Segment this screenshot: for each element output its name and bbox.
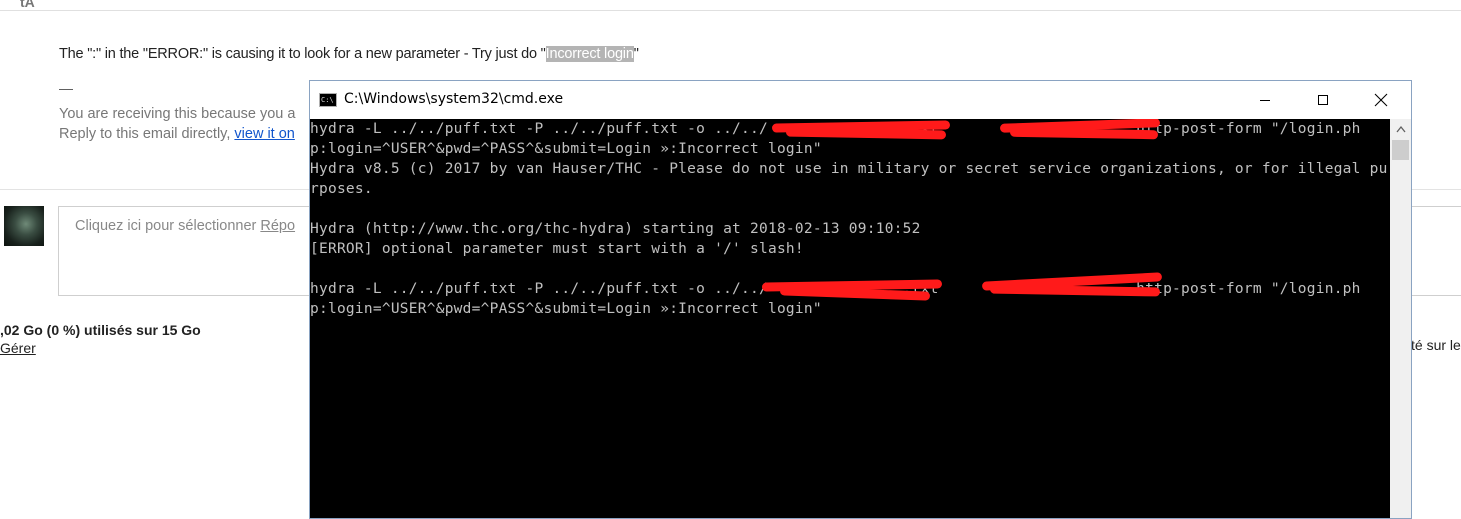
minimize-icon [1260, 100, 1270, 101]
minimize-button[interactable] [1236, 81, 1294, 119]
vertical-scrollbar[interactable] [1390, 119, 1411, 518]
email-body-text: The ":" in the "ERROR:" is causing it to… [59, 46, 546, 62]
avatar [4, 206, 44, 246]
cmd-app-icon[interactable]: C:\ [319, 93, 337, 107]
notification-footer: You are receiving this because you a Rep… [59, 104, 295, 144]
reply-placeholder[interactable]: Cliquez ici pour sélectionner Répo [75, 218, 295, 234]
scroll-thumb[interactable] [1392, 140, 1409, 160]
cmd-window[interactable]: C:\ C:\Windows\system32\cmd.exe hydra -L… [309, 80, 1412, 519]
selected-text: Incorrect login [545, 46, 634, 62]
reply-directly-text: Reply to this email directly, [59, 126, 235, 142]
reply-placeholder-text: Cliquez ici pour sélectionner [75, 218, 261, 234]
window-titlebar[interactable]: C:\ C:\Windows\system32\cmd.exe [310, 81, 1411, 119]
console-line: p:login=^USER^&pwd=^PASS^&submit=Login »… [310, 141, 822, 157]
text-format-icon[interactable]: tA [20, 0, 40, 10]
close-icon [1374, 93, 1388, 107]
footer-right-text: té sur le [1411, 337, 1461, 353]
email-body-suffix: " [633, 46, 639, 62]
console-line: Hydra v8.5 (c) 2017 by van Hauser/THC - … [310, 161, 1388, 177]
notification-reason: You are receiving this because you a [59, 106, 296, 122]
signature-separator: — [59, 80, 73, 96]
console-line: Hydra (http://www.thc.org/thc-hydra) sta… [310, 221, 921, 237]
notification-reply-line: Reply to this email directly, view it on [59, 124, 295, 144]
email-message-body: The ":" in the "ERROR:" is causing it to… [59, 46, 639, 62]
console-output[interactable]: hydra -L ../../puff.txt -P ../../puff.tx… [310, 119, 1390, 518]
view-it-on-link[interactable]: view it on [234, 126, 294, 142]
scroll-up-button[interactable] [1390, 119, 1411, 139]
window-title: C:\Windows\system32\cmd.exe [344, 91, 564, 107]
console-line: p:login=^USER^&pwd=^PASS^&submit=Login »… [310, 301, 822, 317]
top-toolbar-strip: tA [0, 0, 1461, 11]
console-line: [ERROR] optional parameter must start wi… [310, 241, 804, 257]
reply-link[interactable]: Répo [260, 218, 295, 234]
close-button[interactable] [1352, 81, 1410, 119]
console-line: rposes. [310, 181, 373, 197]
storage-usage: ,02 Go (0 %) utilisés sur 15 Go [0, 322, 201, 338]
maximize-button[interactable] [1294, 81, 1352, 119]
manage-storage-link[interactable]: Gérer [0, 340, 36, 356]
maximize-icon [1318, 95, 1328, 105]
chevron-up-icon [1395, 125, 1406, 133]
